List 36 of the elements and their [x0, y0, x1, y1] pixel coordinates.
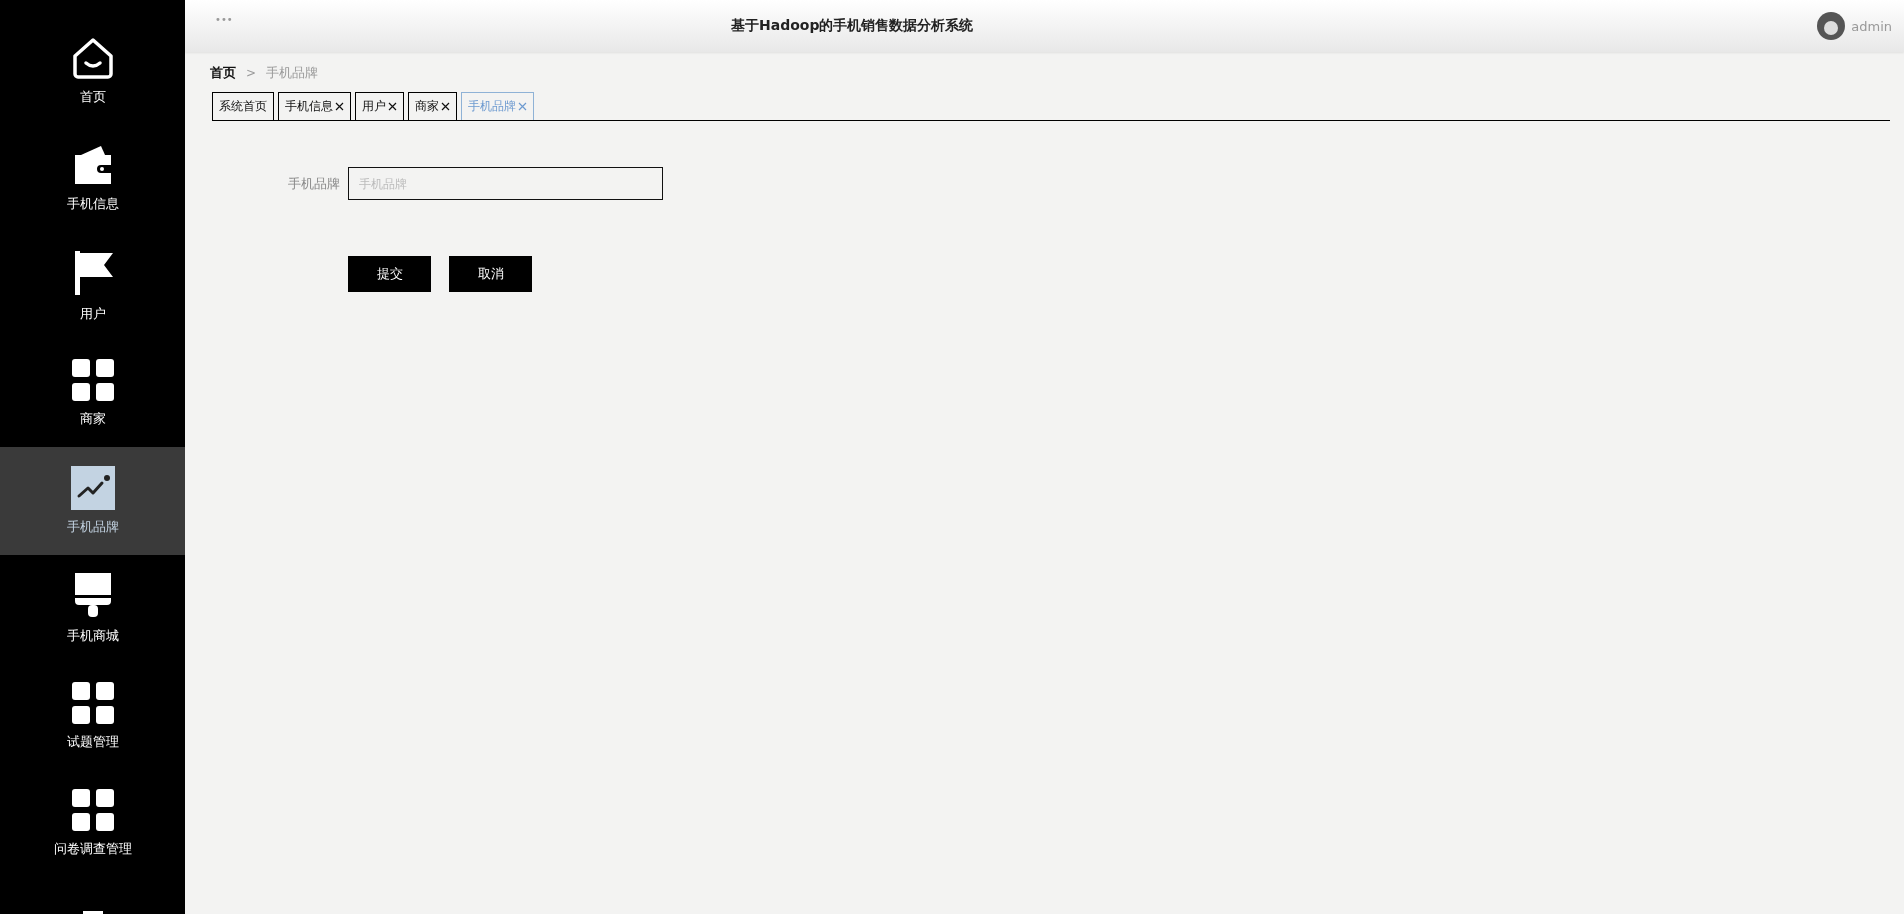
sidebar-item[interactable]: 商家 — [0, 339, 185, 447]
close-icon[interactable] — [441, 102, 450, 111]
tab[interactable]: 系统首页 — [212, 92, 274, 120]
breadcrumb-separator: > — [246, 66, 257, 80]
sidebar-label: 手机品牌 — [66, 517, 119, 536]
chart-icon — [70, 465, 115, 510]
sidebar-label: 首页 — [79, 87, 106, 106]
tab[interactable]: 手机信息 — [278, 92, 351, 120]
sidebar-item[interactable]: 试题管理 — [0, 662, 185, 770]
sidebar-item[interactable]: 用户 — [0, 232, 185, 340]
tab[interactable]: 商家 — [408, 92, 457, 120]
grid-icon — [70, 788, 115, 833]
sidebar-label: 手机商城 — [66, 627, 119, 646]
close-icon[interactable] — [335, 102, 344, 111]
breadcrumb-item[interactable]: 首页 — [210, 64, 236, 82]
sidebar-label: 用户 — [79, 304, 106, 323]
app-title: 基于Hadoop的手机销售数据分析系统 — [731, 17, 974, 35]
sidebar-label: 手机信息 — [66, 195, 119, 214]
submit-button[interactable]: 提交 — [348, 256, 431, 292]
grid-icon — [70, 680, 115, 725]
cancel-button[interactable]: 取消 — [449, 256, 532, 292]
field-label: 手机品牌 — [287, 174, 340, 193]
tab[interactable]: 用户 — [355, 92, 404, 120]
breadcrumb-item: 手机品牌 — [266, 64, 319, 82]
sidebar-label: 试题管理 — [66, 732, 119, 751]
close-icon[interactable] — [388, 102, 397, 111]
home-icon — [70, 35, 115, 80]
sidebar-label: 商家 — [79, 410, 106, 429]
avatar-icon[interactable] — [1817, 12, 1846, 40]
sidebar-item[interactable]: 手机商城 — [0, 554, 185, 662]
sidebar-item[interactable]: 手机信息 — [0, 124, 185, 232]
sidebar-label: 问卷调查管理 — [53, 840, 132, 859]
grid-icon — [70, 358, 115, 403]
sidebar-item[interactable]: 问卷调查管理 — [0, 769, 185, 877]
sidebar-item[interactable]: 手机品牌 — [0, 447, 185, 555]
sidebar-item[interactable]: 首页 — [0, 17, 185, 125]
